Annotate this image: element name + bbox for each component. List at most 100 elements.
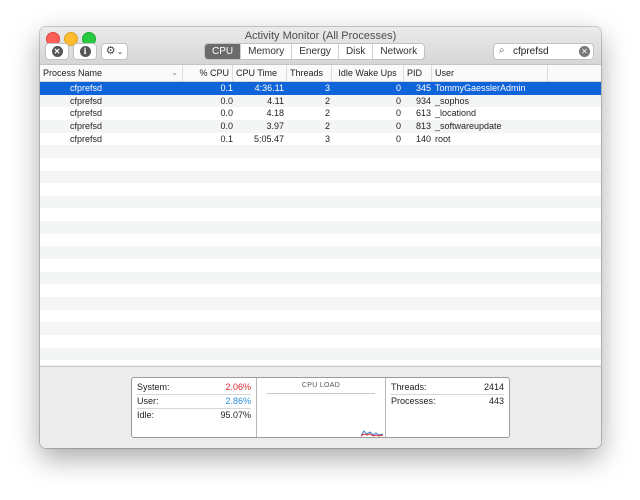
column-header-pid[interactable]: PID xyxy=(404,65,432,81)
cell-threads: 2 xyxy=(324,108,330,119)
cell-idle: 0 xyxy=(395,120,401,131)
cell-time: 4.18 xyxy=(266,108,284,119)
sort-chevron-icon: ⌄ xyxy=(171,68,178,77)
cell-cpu: 0.0 xyxy=(220,95,233,106)
window-title: Activity Monitor (All Processes) xyxy=(244,30,397,42)
table-row xyxy=(40,234,601,247)
table-row xyxy=(40,158,601,171)
table-row xyxy=(40,284,601,297)
table-row[interactable]: cfprefsd 0.1 4:36.11 3 0 345 TommyGaesslerAdmi… xyxy=(40,82,601,95)
cell-time: 4:36.11 xyxy=(254,83,284,93)
cell-cpu: 0.1 xyxy=(220,83,233,93)
cpu-load-graph xyxy=(361,430,383,437)
cell-idle: 0 xyxy=(395,108,401,119)
table-row xyxy=(40,335,601,348)
table-row xyxy=(40,310,601,323)
table-row xyxy=(40,221,601,234)
action-menu-button[interactable]: ⚙ ⌄ xyxy=(101,43,128,60)
threads-value: 2414 xyxy=(483,382,504,392)
processes-value: 443 xyxy=(488,396,504,406)
cell-time: 3.97 xyxy=(266,120,284,131)
tab-cpu[interactable]: CPU xyxy=(205,44,242,59)
cell-cpu: 0.1 xyxy=(220,133,233,144)
idle-value: 95.07% xyxy=(220,410,251,420)
cpu-stats-box: System: 2.06% User: 2.86% Idle: 95.07% C… xyxy=(131,377,510,438)
user-value: 2.86% xyxy=(225,396,251,406)
cpu-load-graph-baseline xyxy=(267,393,375,394)
cell-threads: 2 xyxy=(324,120,330,131)
cell-name: cfprefsd xyxy=(70,83,103,93)
system-row: System: 2.06% xyxy=(137,380,251,395)
info-icon: i xyxy=(79,46,91,57)
table-row xyxy=(40,246,601,260)
tab-network[interactable]: Network xyxy=(373,44,424,59)
cell-user: _sophos xyxy=(435,95,470,106)
table-header: Process Name ⌄ % CPU CPU Time Threads Id… xyxy=(40,65,601,82)
user-row: User: 2.86% xyxy=(137,394,251,409)
column-header-idle-wake-ups[interactable]: Idle Wake Ups xyxy=(332,65,404,81)
table-row[interactable]: cfprefsd 0.0 3.97 2 0 813 _softwareupdate xyxy=(40,119,601,133)
search-input[interactable]: cfprefsd xyxy=(513,46,549,57)
clear-search-icon[interactable]: ✕ xyxy=(579,46,590,57)
system-value: 2.06% xyxy=(225,382,251,392)
cell-pid: 345 xyxy=(415,83,431,93)
processes-row: Processes: 443 xyxy=(391,396,504,406)
column-header-cpu[interactable]: % CPU xyxy=(183,65,233,81)
tab-memory[interactable]: Memory xyxy=(241,44,293,59)
column-header-process-name[interactable]: Process Name ⌄ xyxy=(40,65,183,81)
table-row xyxy=(40,195,601,209)
table-row[interactable]: cfprefsd 0.1 5:05.47 3 0 140 root xyxy=(40,133,601,146)
cell-name: cfprefsd xyxy=(70,133,103,144)
cell-cpu: 0.0 xyxy=(220,108,233,119)
cell-user: root xyxy=(435,133,451,144)
cell-user: TommyGaesslerAdmin xyxy=(435,83,526,93)
cell-pid: 934 xyxy=(415,95,431,106)
cell-threads: 3 xyxy=(324,133,330,144)
table-row[interactable]: cfprefsd 0.0 4.11 2 0 934 _sophos xyxy=(40,94,601,108)
idle-row: Idle: 95.07% xyxy=(137,410,251,420)
cell-pid: 613 xyxy=(415,108,431,119)
table-row xyxy=(40,297,601,310)
table-row xyxy=(40,259,601,272)
table-row xyxy=(40,209,601,222)
inspect-process-button[interactable]: i xyxy=(73,43,97,60)
activity-monitor-window: Activity Monitor (All Processes) ✕ i ⚙ ⌄… xyxy=(40,27,601,448)
cpu-usage-section: System: 2.06% User: 2.86% Idle: 95.07% xyxy=(132,378,256,437)
view-tabs: CPU Memory Energy Disk Network xyxy=(204,43,426,60)
table-row xyxy=(40,322,601,335)
cell-cpu: 0.0 xyxy=(220,120,233,131)
table-row xyxy=(40,271,601,285)
column-header-cpu-time[interactable]: CPU Time xyxy=(233,65,287,81)
search-field[interactable]: ⌕ cfprefsd ✕ xyxy=(493,43,594,60)
cell-pid: 140 xyxy=(415,133,431,144)
cell-name: cfprefsd xyxy=(70,108,103,119)
threads-row: Threads: 2414 xyxy=(391,380,504,395)
cell-idle: 0 xyxy=(395,133,401,144)
gear-icon: ⚙ xyxy=(105,45,116,57)
stop-process-button[interactable]: ✕ xyxy=(45,43,69,60)
column-header-user[interactable]: User xyxy=(432,65,548,81)
cell-pid: 813 xyxy=(415,120,431,131)
cell-threads: 2 xyxy=(324,95,330,106)
table-row xyxy=(40,347,601,361)
cell-user: _locationd xyxy=(435,108,477,119)
table-row xyxy=(40,183,601,196)
search-icon: ⌕ xyxy=(499,45,505,56)
cell-name: cfprefsd xyxy=(70,120,103,131)
cell-user: _softwareupdate xyxy=(435,120,502,131)
column-header-threads[interactable]: Threads xyxy=(287,65,332,81)
cell-name: cfprefsd xyxy=(70,95,103,106)
tab-disk[interactable]: Disk xyxy=(339,44,374,59)
cpu-summary-panel: System: 2.06% User: 2.86% Idle: 95.07% C… xyxy=(40,366,601,448)
titlebar: Activity Monitor (All Processes) ✕ i ⚙ ⌄… xyxy=(40,27,601,65)
cell-threads: 3 xyxy=(324,83,330,93)
tab-energy[interactable]: Energy xyxy=(292,44,339,59)
process-count-section: Threads: 2414 Processes: 443 xyxy=(386,378,509,437)
process-table: Process Name ⌄ % CPU CPU Time Threads Id… xyxy=(40,65,601,365)
table-row xyxy=(40,170,601,184)
table-row xyxy=(40,145,601,158)
table-row[interactable]: cfprefsd 0.0 4.18 2 0 613 _locationd xyxy=(40,107,601,120)
cell-time: 4.11 xyxy=(267,95,284,106)
cpu-load-title: CPU LOAD xyxy=(301,382,341,389)
cell-time: 5:05.47 xyxy=(253,133,284,144)
